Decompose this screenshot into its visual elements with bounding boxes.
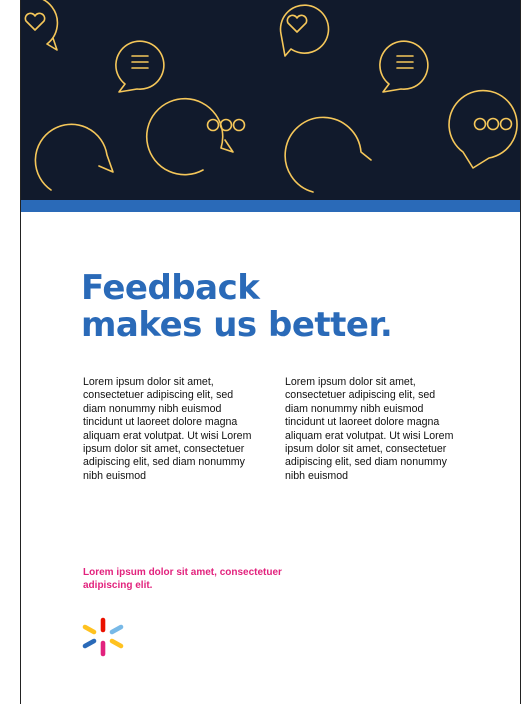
- spark-logo-icon: [82, 617, 124, 657]
- ellipsis-bubble-icon: [448, 89, 518, 169]
- heart-bubble-icon: [24, 0, 59, 51]
- message-lines-bubble-icon: [115, 40, 165, 93]
- chat-bubbles-pattern: [24, 0, 518, 193]
- headline-line-1: Feedback: [81, 268, 260, 308]
- pink-callout: Lorem ipsum dolor sit amet, consectetuer…: [83, 567, 282, 591]
- accent-bar: [21, 200, 520, 212]
- speech-bubble-icon: [34, 123, 114, 191]
- hero-banner: [21, 0, 520, 200]
- flyer-page: Feedback makes us better. Lorem ipsum do…: [20, 0, 521, 704]
- headline: Feedback makes us better.: [81, 270, 481, 344]
- headline-line-2: makes us better.: [81, 305, 393, 345]
- body-column-right: Lorem ipsum dolor sit amet, consectetuer…: [285, 376, 454, 482]
- message-lines-bubble-icon: [379, 40, 429, 93]
- heart-bubble-icon: [279, 4, 330, 57]
- body-column-left: Lorem ipsum dolor sit amet, consectetuer…: [83, 376, 252, 482]
- ellipsis-bubble-icon: [145, 97, 246, 176]
- speech-bubble-icon: [284, 116, 372, 193]
